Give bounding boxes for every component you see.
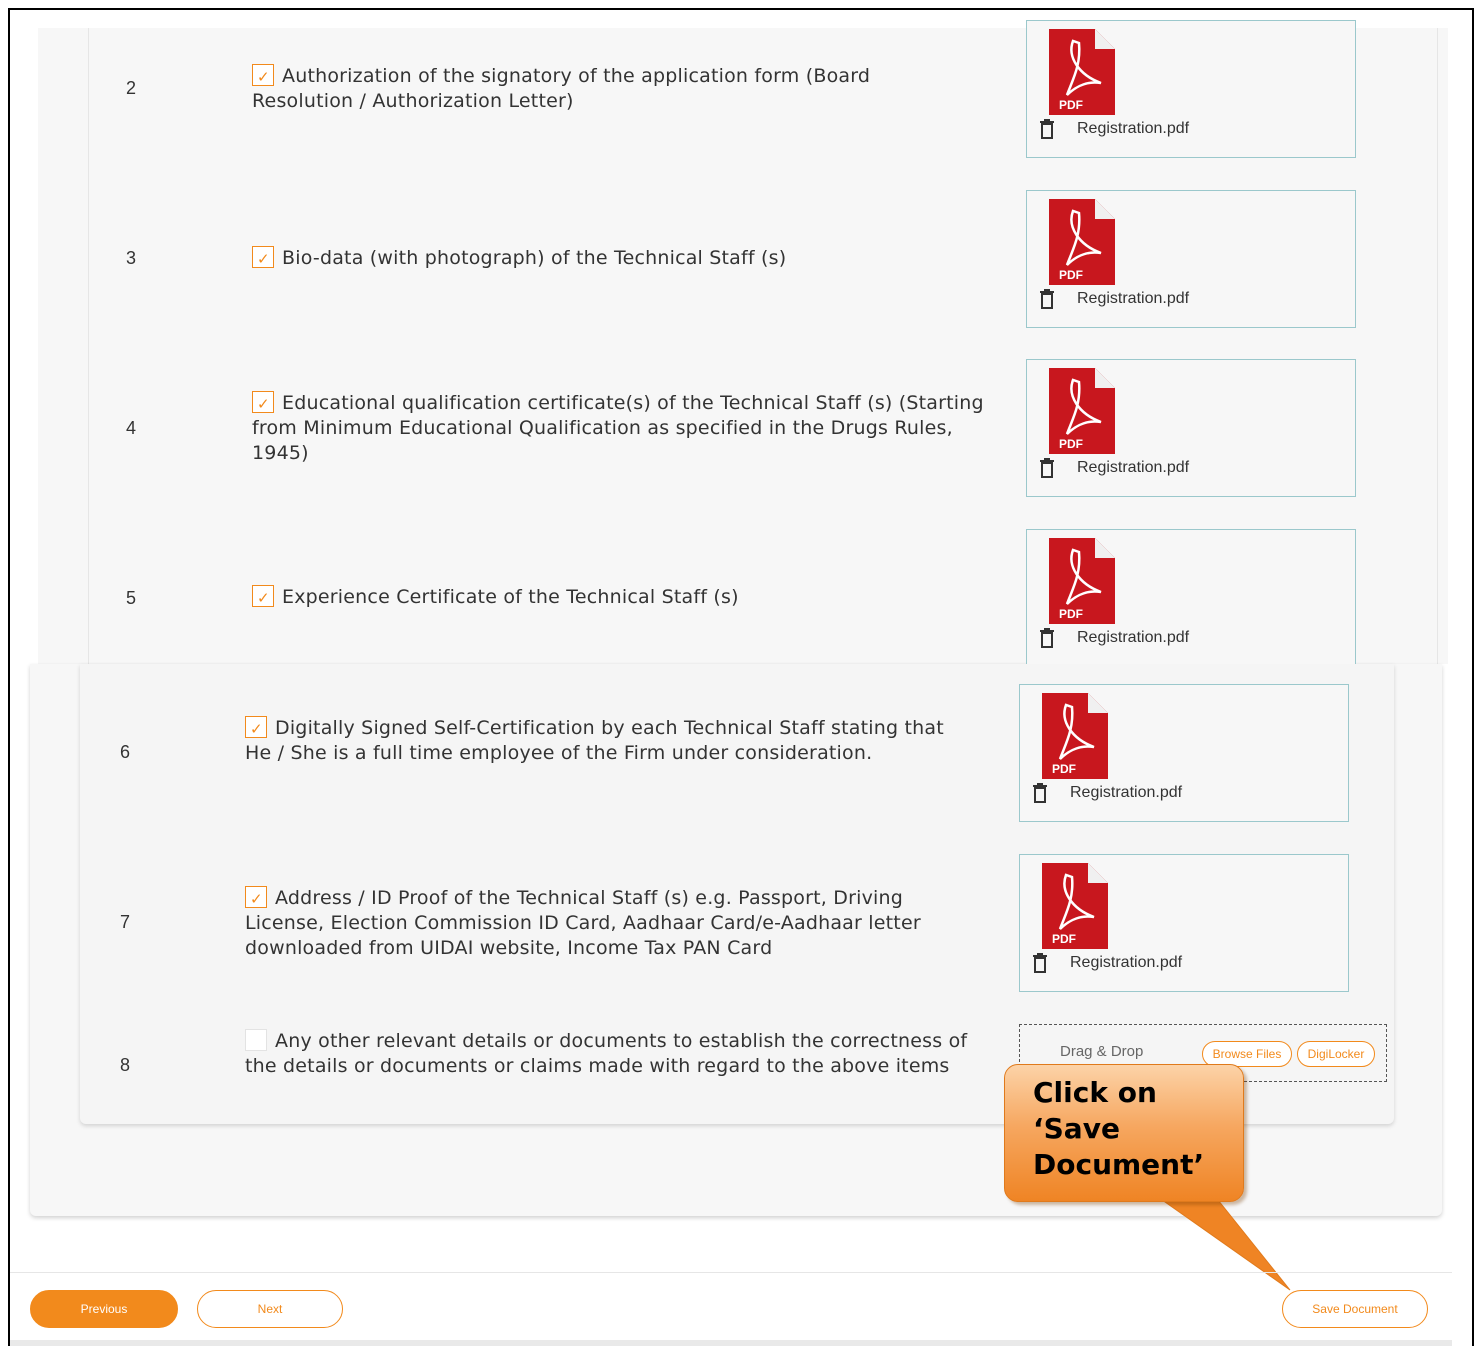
document-checkbox[interactable]	[252, 391, 274, 417]
callout-text: Click on ‘Save Document’	[1033, 1076, 1205, 1181]
trash-icon[interactable]	[1039, 628, 1055, 648]
uploaded-file-card: PDF Registration.pdf	[1019, 854, 1349, 992]
document-requirement: Experience Certificate of the Technical …	[252, 585, 952, 611]
pdf-badge: PDF	[1059, 268, 1083, 282]
row-number: 3	[126, 248, 137, 268]
pdf-file-icon[interactable]: PDF	[1049, 29, 1115, 115]
document-label: Any other relevant details or documents …	[245, 1030, 968, 1077]
callout-pointer	[1147, 1190, 1291, 1291]
trash-icon[interactable]	[1032, 953, 1048, 973]
document-label: Experience Certificate of the Technical …	[282, 586, 739, 608]
document-requirement: Bio-data (with photograph) of the Techni…	[252, 246, 952, 272]
digilocker-button[interactable]: DigiLocker	[1297, 1041, 1375, 1067]
uploaded-file-card: PDF Registration.pdf	[1026, 359, 1356, 497]
pdf-file-icon[interactable]: PDF	[1042, 863, 1108, 949]
previous-button[interactable]: Previous	[30, 1290, 178, 1328]
next-button[interactable]: Next	[197, 1290, 343, 1328]
uploaded-file-card: PDF Registration.pdf	[1026, 20, 1356, 158]
file-name[interactable]: Registration.pdf	[1077, 120, 1189, 138]
row-number: 8	[120, 1055, 131, 1075]
file-name[interactable]: Registration.pdf	[1070, 954, 1182, 972]
document-requirement: Authorization of the signatory of the ap…	[252, 64, 952, 114]
document-requirement: Any other relevant details or documents …	[245, 1029, 975, 1079]
document-label: Bio-data (with photograph) of the Techni…	[282, 247, 787, 269]
trash-icon[interactable]	[1032, 783, 1048, 803]
tutorial-callout: Click on ‘Save Document’	[1004, 1064, 1244, 1202]
trash-icon[interactable]	[1039, 119, 1055, 139]
save-document-button[interactable]: Save Document	[1282, 1290, 1428, 1328]
document-label: Digitally Signed Self-Certification by e…	[245, 717, 944, 764]
bottom-edge	[10, 1340, 1452, 1346]
pdf-file-icon[interactable]: PDF	[1042, 693, 1108, 779]
document-checkbox[interactable]	[252, 246, 274, 272]
trash-icon[interactable]	[1039, 289, 1055, 309]
file-name[interactable]: Registration.pdf	[1077, 629, 1189, 647]
uploaded-file-card: PDF Registration.pdf	[1019, 684, 1349, 822]
document-requirement: Educational qualification certificate(s)…	[252, 391, 992, 466]
trash-icon[interactable]	[1039, 458, 1055, 478]
row-number: 6	[120, 742, 131, 762]
pdf-badge: PDF	[1059, 437, 1083, 451]
row-number: 7	[120, 912, 131, 932]
pdf-file-icon[interactable]: PDF	[1049, 368, 1115, 454]
pdf-file-icon[interactable]: PDF	[1049, 199, 1115, 285]
pdf-badge: PDF	[1052, 932, 1076, 946]
document-requirement: Address / ID Proof of the Technical Staf…	[245, 886, 975, 961]
row-number: 5	[126, 588, 137, 608]
drop-label: Drag & Drop	[1060, 1043, 1144, 1060]
document-checkbox[interactable]	[252, 585, 274, 611]
row-number: 2	[126, 78, 137, 98]
document-checkbox[interactable]	[245, 886, 267, 912]
document-checkbox[interactable]	[252, 64, 274, 90]
pdf-file-icon[interactable]: PDF	[1049, 538, 1115, 624]
file-name[interactable]: Registration.pdf	[1077, 290, 1189, 308]
pdf-badge: PDF	[1052, 762, 1076, 776]
uploaded-file-card: PDF Registration.pdf	[1026, 529, 1356, 664]
document-label: Educational qualification certificate(s)…	[252, 392, 984, 464]
row-number: 4	[126, 418, 137, 438]
document-label: Authorization of the signatory of the ap…	[252, 65, 871, 112]
pdf-badge: PDF	[1059, 98, 1083, 112]
uploaded-file-card: PDF Registration.pdf	[1026, 190, 1356, 328]
file-name[interactable]: Registration.pdf	[1077, 459, 1189, 477]
document-label: Address / ID Proof of the Technical Staf…	[245, 887, 921, 959]
file-name[interactable]: Registration.pdf	[1070, 784, 1182, 802]
document-checkbox[interactable]	[245, 1029, 267, 1051]
pdf-badge: PDF	[1059, 607, 1083, 621]
document-requirement: Digitally Signed Self-Certification by e…	[245, 716, 975, 766]
footer-divider	[10, 1272, 1452, 1273]
document-checkbox[interactable]	[245, 716, 267, 742]
